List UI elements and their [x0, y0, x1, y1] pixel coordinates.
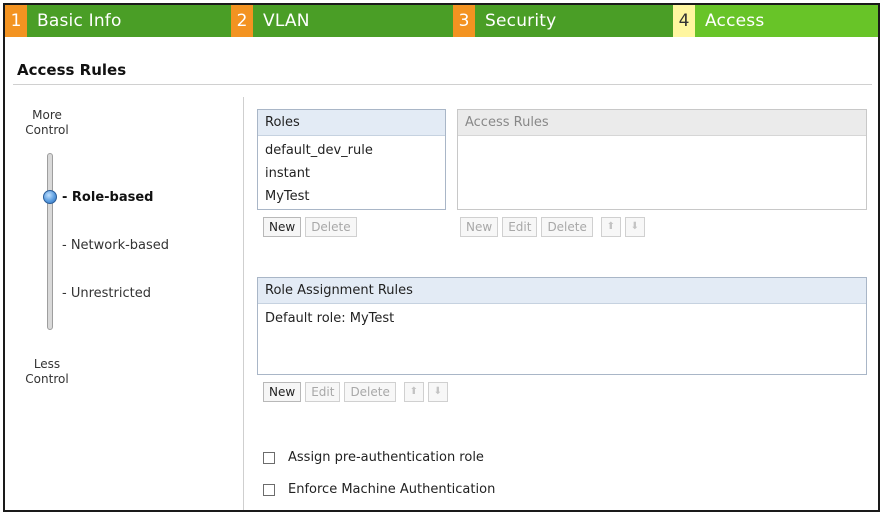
access-rules-list[interactable]: Access Rules: [457, 109, 867, 210]
tab-number: 4: [673, 5, 695, 37]
more-control-line2: Control: [25, 123, 69, 137]
machine-auth-checkbox[interactable]: [263, 483, 275, 496]
access-rules-button-row: New Edit Delete ⬆ ⬇: [460, 217, 645, 237]
tab-basic-info[interactable]: 1 Basic Info: [5, 5, 231, 37]
list-item[interactable]: default_dev_rule: [258, 139, 445, 162]
tab-security[interactable]: 3 Security: [453, 5, 673, 37]
tab-label: Basic Info: [37, 11, 122, 31]
list-item[interactable]: Default role: MyTest: [258, 307, 866, 330]
roles-button-row: New Delete: [263, 217, 357, 237]
role-assignment-rules-list[interactable]: Role Assignment Rules Default role: MyTe…: [257, 277, 867, 375]
option-unrestricted[interactable]: - Unrestricted: [62, 286, 151, 301]
page-title: Access Rules: [17, 61, 127, 79]
tab-access[interactable]: 4 Access: [673, 5, 878, 37]
roles-list-header: Roles: [258, 110, 445, 136]
pre-auth-role-option[interactable]: Assign pre-authentication role: [263, 450, 484, 465]
new-rule-button[interactable]: New: [460, 217, 499, 237]
access-rules-list-header: Access Rules: [458, 110, 866, 136]
new-assignment-button[interactable]: New: [263, 382, 302, 402]
delete-rule-button[interactable]: Delete: [541, 217, 593, 237]
machine-auth-label: Enforce Machine Authentication: [288, 482, 496, 497]
move-up-icon[interactable]: ⬆: [600, 217, 621, 237]
machine-auth-option[interactable]: Enforce Machine Authentication: [263, 482, 495, 497]
less-control-label: Less Control: [23, 357, 71, 387]
move-down-icon[interactable]: ⬇: [427, 382, 448, 402]
less-control-line2: Control: [25, 372, 69, 386]
move-down-icon[interactable]: ⬇: [624, 217, 645, 237]
tab-number: 2: [231, 5, 253, 37]
role-assignment-button-row: New Edit Delete ⬆ ⬇: [263, 382, 448, 402]
edit-assignment-button[interactable]: Edit: [305, 382, 341, 402]
wizard-tabs: 1 Basic Info 2 VLAN 3 Security 4 Access: [5, 5, 878, 37]
tab-vlan[interactable]: 2 VLAN: [231, 5, 453, 37]
pre-auth-role-checkbox[interactable]: [263, 451, 275, 464]
roles-list[interactable]: Roles default_dev_rule instant MyTest: [257, 109, 446, 210]
tab-label: VLAN: [263, 11, 310, 31]
list-item[interactable]: MyTest: [258, 185, 445, 208]
panel-divider: [243, 97, 244, 510]
new-role-button[interactable]: New: [263, 217, 302, 237]
tab-label: Access: [705, 11, 765, 31]
edit-rule-button[interactable]: Edit: [502, 217, 538, 237]
option-network-based[interactable]: - Network-based: [62, 238, 169, 253]
delete-role-button[interactable]: Delete: [305, 217, 357, 237]
wizard-window: 1 Basic Info 2 VLAN 3 Security 4 Access …: [3, 3, 880, 512]
more-control-line1: More: [32, 108, 62, 122]
control-level-slider-handle[interactable]: [43, 190, 57, 204]
list-item[interactable]: instant: [258, 162, 445, 185]
control-level-slider-track[interactable]: [47, 153, 53, 330]
tab-number: 3: [453, 5, 475, 37]
move-up-icon[interactable]: ⬆: [403, 382, 424, 402]
less-control-line1: Less: [33, 357, 61, 371]
tab-number: 1: [5, 5, 27, 37]
title-divider: [13, 84, 872, 85]
pre-auth-role-label: Assign pre-authentication role: [288, 450, 484, 465]
tab-label: Security: [485, 11, 557, 31]
option-role-based[interactable]: - Role-based: [62, 190, 153, 205]
delete-assignment-button[interactable]: Delete: [344, 382, 396, 402]
role-assignment-header: Role Assignment Rules: [258, 278, 866, 304]
more-control-label: More Control: [23, 108, 71, 138]
